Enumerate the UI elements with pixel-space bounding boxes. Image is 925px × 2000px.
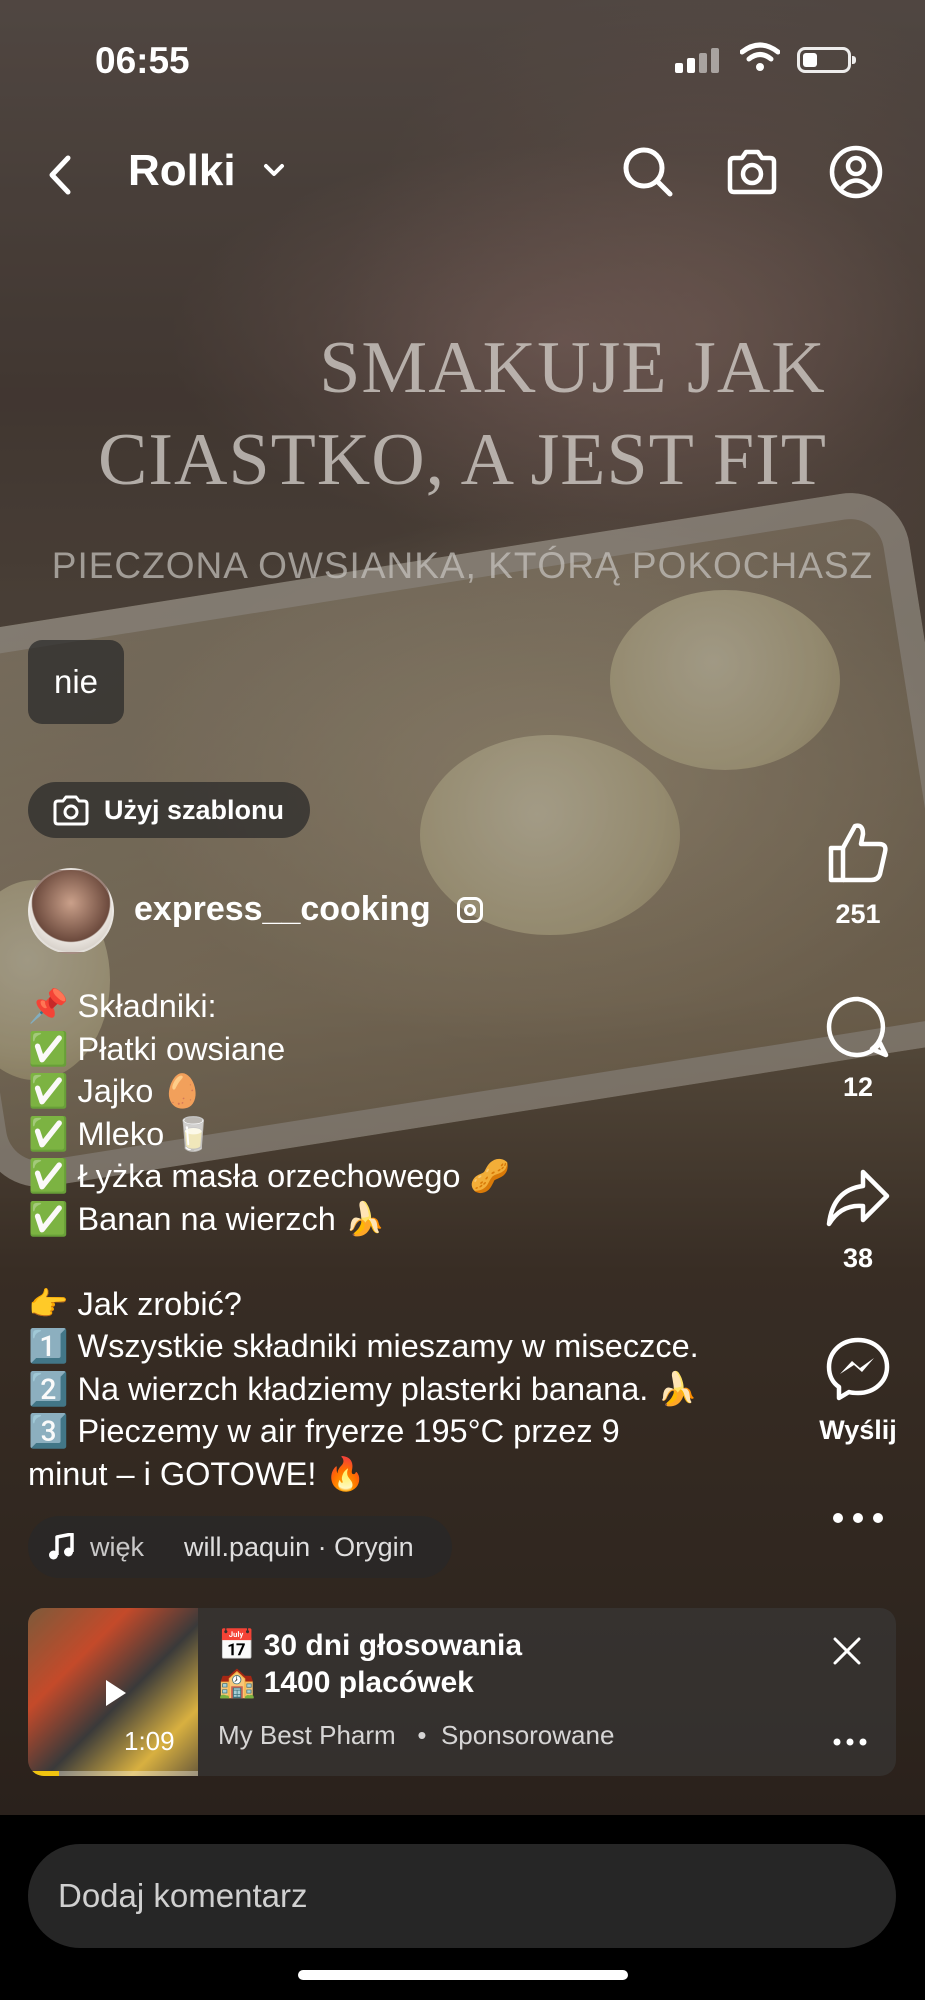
ad-duration: 1:09 — [124, 1726, 175, 1756]
comment-input[interactable]: Dodaj komentarz — [28, 1844, 896, 1948]
caption-line: 👉 Jak zrobić? — [28, 1285, 242, 1322]
more-icon — [833, 1738, 867, 1746]
share-button[interactable]: 38 — [808, 1166, 908, 1274]
profile-icon[interactable] — [828, 144, 884, 200]
ad-sponsored-label: Sponsorowane — [440, 1720, 615, 1750]
share-count: 38 — [842, 1243, 874, 1273]
caption-line: minut – i GOTOWE! 🔥 — [28, 1455, 366, 1492]
header-title[interactable]: Rolki — [128, 146, 236, 196]
avatar[interactable] — [28, 868, 114, 954]
author-username[interactable]: express__cooking — [134, 890, 431, 929]
caption-line: ✅ Łyżka masła orzechowego 🥜 — [28, 1158, 510, 1194]
ad-video-thumbnail[interactable]: 1:09 — [28, 1608, 198, 1776]
like-button[interactable]: 251 — [808, 820, 908, 930]
comment-icon — [826, 996, 889, 1058]
ad-progress-bar — [28, 1771, 198, 1776]
audio-pill[interactable]: więk will.paquin · Orygin — [28, 1516, 452, 1578]
video-title-line1: SMAKUJE JAK — [319, 327, 826, 409]
caption-line: 1️⃣ Wszystkie składniki mieszamy w misec… — [28, 1328, 699, 1364]
instagram-icon — [457, 897, 483, 923]
like-count: 251 — [835, 899, 881, 929]
like-icon — [828, 823, 888, 883]
search-icon[interactable] — [620, 144, 676, 200]
caption-line: ✅ Banan na wierzch 🍌 — [28, 1200, 386, 1237]
caption-line: ✅ Płatki owsiane — [28, 1030, 286, 1067]
more-icon — [833, 1513, 883, 1523]
caption-line: 2️⃣ Na wierzch kładziemy plasterki banan… — [28, 1370, 698, 1407]
ad-more-options[interactable] — [832, 1722, 868, 1756]
caption-line: 📌 Składniki: — [28, 988, 217, 1024]
use-template-label: Użyj szablonu — [104, 794, 285, 825]
caption-line: ✅ Mleko 🥛 — [28, 1115, 214, 1152]
caption[interactable]: 📌 Składniki: ✅ Płatki owsiane ✅ Jajko 🥚 … — [28, 985, 808, 1495]
close-icon[interactable] — [832, 1636, 862, 1666]
comment-count: 12 — [842, 1072, 874, 1102]
home-indicator[interactable] — [298, 1970, 628, 1980]
use-template-button[interactable]: Użyj szablonu — [28, 782, 311, 838]
status-bar: 06:55 — [0, 0, 925, 120]
camera-icon — [53, 795, 89, 826]
more-options-button[interactable] — [808, 1508, 908, 1533]
ad-separator: • — [402, 1720, 434, 1750]
messenger-icon — [826, 1337, 890, 1401]
music-note-icon — [49, 1533, 74, 1560]
comment-bubble[interactable]: nie — [28, 640, 124, 724]
ad-headline-1: 📅 30 dni głosowania — [218, 1629, 523, 1662]
cellular-signal-icon — [675, 48, 723, 73]
audio-track: więk — [90, 1531, 145, 1562]
ad-advertiser[interactable]: My Best Pharm — [218, 1720, 396, 1750]
caption-line: 3️⃣ Pieczemy w air fryerze 195°C przez 9 — [28, 1413, 620, 1449]
caption-line: ✅ Jajko 🥚 — [28, 1073, 203, 1109]
send-button[interactable]: Wyślij — [808, 1336, 908, 1446]
video-title-line2: CIASTKO, A JEST FIT — [98, 419, 827, 501]
ad-meta: My Best Pharm • Sponsorowane — [218, 1720, 614, 1751]
share-icon — [826, 1169, 890, 1227]
battery-icon — [797, 47, 856, 73]
back-arrow-icon[interactable] — [40, 150, 80, 200]
wifi-icon — [740, 42, 780, 71]
chevron-down-icon[interactable] — [262, 160, 286, 180]
audio-author: will.paquin · Orygin — [184, 1531, 414, 1562]
camera-icon[interactable] — [724, 144, 780, 200]
status-time: 06:55 — [95, 40, 190, 81]
sponsored-ad[interactable]: 1:09 📅 30 dni głosowania 🏫 1400 placówek… — [28, 1608, 896, 1776]
caption-line — [28, 1240, 808, 1283]
ad-progress-fill — [28, 1771, 59, 1776]
play-icon — [106, 1680, 126, 1706]
send-label: Wyślij — [819, 1415, 897, 1445]
comment-button[interactable]: 12 — [808, 995, 908, 1103]
video-subtitle: PIECZONA OWSIANKA, KTÓRĄ POKOCHASZ — [51, 545, 874, 586]
ad-headline-2: 🏫 1400 placówek — [218, 1666, 474, 1699]
